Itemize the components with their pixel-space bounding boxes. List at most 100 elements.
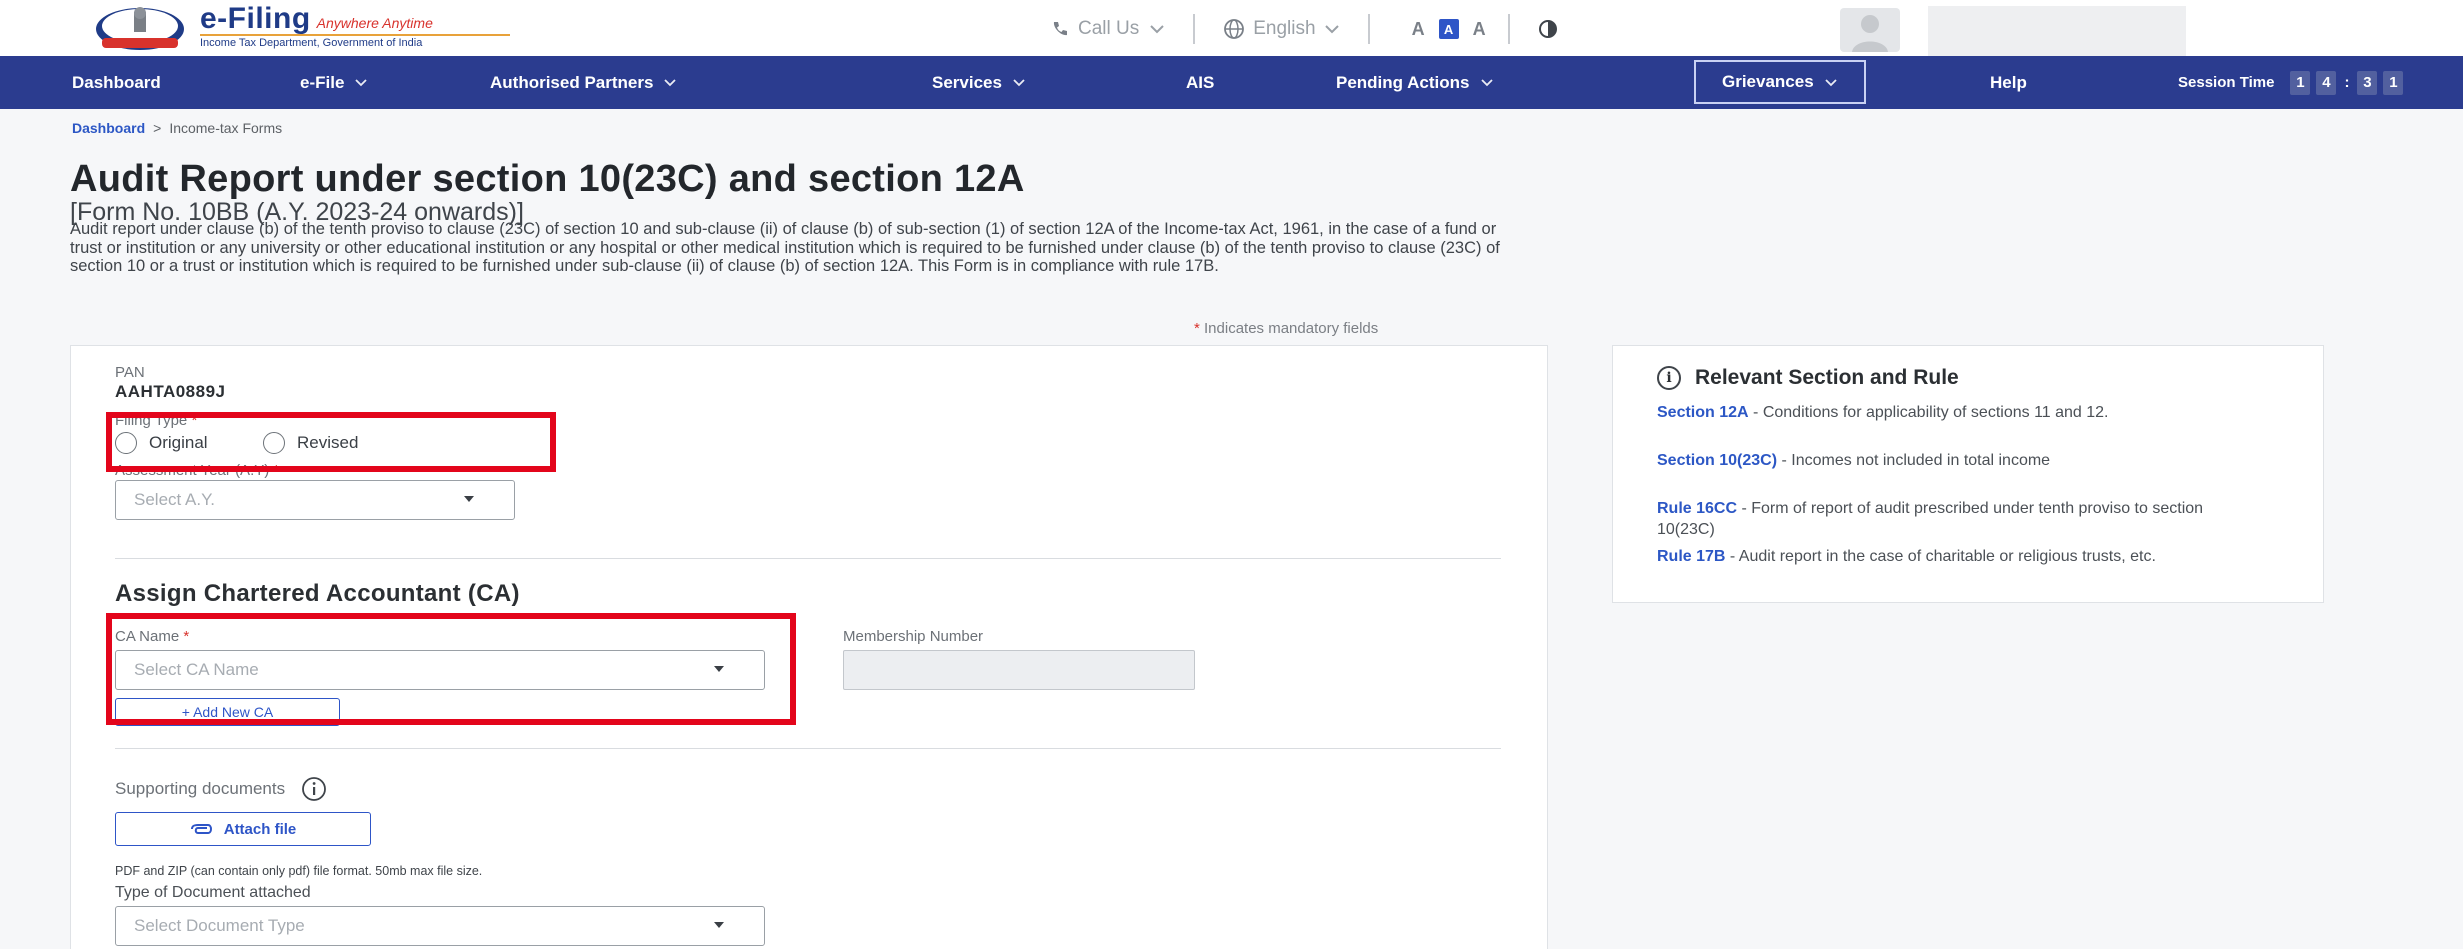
required-star: * [273, 462, 280, 479]
attach-file-label: Attach file [223, 820, 297, 838]
filing-type-label: Filing Type * [115, 412, 197, 429]
rule-text: - Incomes not included in total income [1777, 452, 2051, 469]
divider [1193, 14, 1196, 44]
radio-circle[interactable] [115, 432, 137, 454]
attach-file-button[interactable]: Attach file [115, 812, 371, 846]
supporting-documents-label: Supporting documents [115, 776, 327, 802]
rule-section-10-23c: Section 10(23C) - Incomes not included i… [1657, 450, 2257, 471]
chevron-down-icon [1013, 79, 1025, 87]
header-tools: Call Us English A A A [1050, 14, 1558, 44]
session-label: Session Time [2178, 74, 2275, 91]
radio-circle[interactable] [263, 432, 285, 454]
emblem-icon [96, 7, 184, 50]
brand-block: e-Filing Anywhere Anytime Income Tax Dep… [200, 2, 510, 49]
divider [1367, 14, 1370, 44]
timer-digit: 4 [2316, 70, 2337, 95]
pan-value: AAHTA0889J [115, 382, 226, 401]
ca-name-label: CA Name * [115, 628, 189, 645]
mandatory-star: * [1194, 320, 1200, 337]
phone-icon [1053, 22, 1067, 36]
nav-label: Dashboard [72, 72, 161, 92]
contrast-icon[interactable] [1538, 19, 1558, 39]
main-nav: Dashboard e-File Authorised Partners Ser… [0, 56, 2463, 109]
efiling-logo[interactable]: e-Filing Anywhere Anytime Income Tax Dep… [92, 2, 510, 52]
supporting-documents-text: Supporting documents [115, 779, 286, 798]
document-type-label: Type of Document attached [115, 884, 311, 901]
breadcrumb-separator: > [153, 120, 162, 136]
font-increase-button[interactable]: A [1473, 19, 1486, 40]
paperclip-icon [190, 824, 212, 834]
document-type-select[interactable]: Select Document Type [115, 906, 765, 946]
call-us-menu[interactable]: Call Us [1050, 18, 1165, 40]
required-star: * [183, 628, 190, 645]
rule-link[interactable]: Rule 17B [1657, 548, 1725, 565]
mandatory-note: * Indicates mandatory fields [1194, 320, 1378, 337]
required-star: * [191, 412, 198, 429]
membership-number-input[interactable] [843, 650, 1195, 690]
font-default-button[interactable]: A [1438, 19, 1459, 39]
form-card: PAN AAHTA0889J Filing Type * Original Re… [70, 345, 1548, 949]
timer-digit: 1 [2383, 70, 2404, 95]
add-new-ca-button[interactable]: + Add New CA [115, 698, 340, 726]
nav-help[interactable]: Help [1990, 56, 2027, 109]
nav-label: AIS [1186, 72, 1215, 92]
timer-digit: 1 [2290, 70, 2311, 95]
info-icon: i [1657, 366, 1681, 390]
ca-name-placeholder: Select CA Name [134, 660, 259, 679]
relevant-section-card: i Relevant Section and Rule Section 12A … [1612, 345, 2324, 603]
assessment-year-select[interactable]: Select A.Y. [115, 480, 515, 520]
nav-grievances[interactable]: Grievances [1694, 60, 1866, 104]
ca-name-select[interactable]: Select CA Name [115, 650, 765, 690]
radio-revised[interactable]: Revised [263, 432, 358, 454]
chevron-down-icon [1480, 79, 1493, 87]
nav-authorised-partners[interactable]: Authorised Partners [490, 56, 677, 109]
rule-link[interactable]: Section 12A [1657, 404, 1749, 421]
rule-section-12a: Section 12A - Conditions for applicabili… [1657, 402, 2257, 423]
rule-text: - Form of report of audit prescribed und… [1657, 500, 2204, 538]
ay-text: Assessment Year (A.Y) [115, 462, 270, 479]
ca-name-text: CA Name [115, 628, 180, 645]
caret-down-icon [464, 496, 474, 502]
relevant-section-header: i Relevant Section and Rule [1657, 366, 1959, 390]
file-format-help: PDF and ZIP (can contain only pdf) file … [115, 864, 483, 878]
rule-link[interactable]: Section 10(23C) [1657, 452, 1777, 469]
brand-subtitle: Income Tax Department, Government of Ind… [200, 34, 510, 49]
pan-label: PAN [115, 364, 145, 381]
breadcrumb-dashboard[interactable]: Dashboard [72, 120, 145, 136]
rule-link[interactable]: Rule 16CC [1657, 500, 1737, 517]
membership-number-label: Membership Number [843, 628, 984, 645]
brand-tagline: Anywhere Anytime [316, 15, 433, 31]
divider [115, 558, 1501, 559]
nav-pending-actions[interactable]: Pending Actions [1336, 56, 1494, 109]
nav-dashboard[interactable]: Dashboard [72, 56, 161, 109]
page-title: Audit Report under section 10(23C) and s… [70, 158, 1025, 200]
filing-type-text: Filing Type [115, 412, 188, 429]
nav-label: e-File [300, 72, 345, 92]
user-icon [1852, 15, 1888, 52]
session-timer: Session Time 1 4 : 3 1 [2178, 56, 2409, 109]
language-menu[interactable]: English [1223, 18, 1339, 40]
radio-original[interactable]: Original [115, 432, 208, 454]
avatar[interactable] [1840, 8, 1900, 52]
nav-label: Help [1990, 72, 2027, 92]
call-us-label: Call Us [1078, 18, 1140, 39]
info-icon[interactable] [301, 776, 327, 802]
rule-text: - Conditions for applicability of sectio… [1748, 404, 2109, 421]
font-decrease-button[interactable]: A [1412, 19, 1425, 40]
timer-digit: 3 [2357, 70, 2378, 95]
rule-text: - Audit report in the case of charitable… [1725, 548, 2156, 565]
nav-label: Grievances [1722, 72, 1814, 91]
nav-label: Services [932, 72, 1002, 92]
nav-services[interactable]: Services [932, 56, 1026, 109]
caret-down-icon [714, 922, 724, 928]
chevron-down-icon [1150, 25, 1164, 34]
ca-section-title: Assign Chartered Accountant (CA) [115, 580, 520, 607]
nav-efile[interactable]: e-File [300, 56, 368, 109]
nav-label: Pending Actions [1336, 72, 1470, 92]
nav-ais[interactable]: AIS [1186, 56, 1214, 109]
page-description: Audit report under clause (b) of the ten… [70, 220, 1500, 276]
chevron-down-icon [664, 79, 677, 87]
rule-16cc: Rule 16CC - Form of report of audit pres… [1657, 498, 2257, 540]
document-type-placeholder: Select Document Type [134, 916, 305, 935]
breadcrumb: Dashboard > Income-tax Forms [72, 120, 282, 136]
